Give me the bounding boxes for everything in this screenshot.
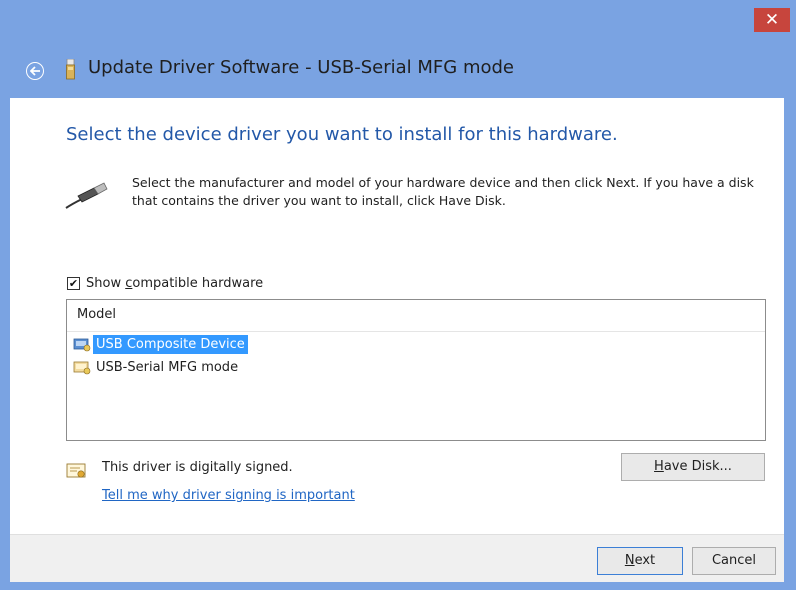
show-compatible-label: Show compatible hardware [86,276,264,291]
window-frame-bottom [0,581,796,590]
header-divider [67,331,765,332]
usb-cable-icon [65,182,108,209]
list-item-label: USB Composite Device [93,334,248,354]
close-button[interactable]: ✕ [754,8,790,32]
window-frame-top [0,0,796,98]
back-button[interactable] [26,62,44,80]
driver-signing-link[interactable]: Tell me why driver signing is important [102,488,355,503]
usb-composite-device-icon [73,338,91,352]
driver-signed-text: This driver is digitally signed. [102,460,293,475]
show-compatible-checkbox[interactable]: ✔ [67,277,80,290]
back-arrow-icon [29,66,40,76]
list-item[interactable]: USB-Serial MFG mode [73,357,241,377]
usb-device-icon [66,59,75,80]
cancel-button[interactable]: Cancel [692,547,776,575]
page-heading: Select the device driver you want to ins… [66,124,618,145]
certificate-icon [66,463,86,478]
model-list[interactable]: Model USB Composite Device USB-Serial MF… [66,299,766,441]
window-frame-left [0,98,10,590]
list-item-label: USB-Serial MFG mode [96,359,239,375]
have-disk-button[interactable]: Have Disk... [621,453,765,481]
next-button[interactable]: Next [597,547,683,575]
checkmark-icon: ✔ [68,277,79,290]
update-driver-window: ✕ Update Driver Software - USB-Serial MF… [0,0,796,590]
window-title: Update Driver Software - USB-Serial MFG … [88,57,515,78]
usb-serial-device-icon [73,361,91,375]
show-compatible-hardware[interactable]: ✔ Show compatible hardware [67,276,263,291]
list-item[interactable]: USB Composite Device [73,334,248,354]
instructions-text: Select the manufacturer and model of you… [132,175,754,208]
model-column-header[interactable]: Model [77,307,116,322]
close-icon: ✕ [764,10,780,30]
window-frame-right [784,98,796,590]
